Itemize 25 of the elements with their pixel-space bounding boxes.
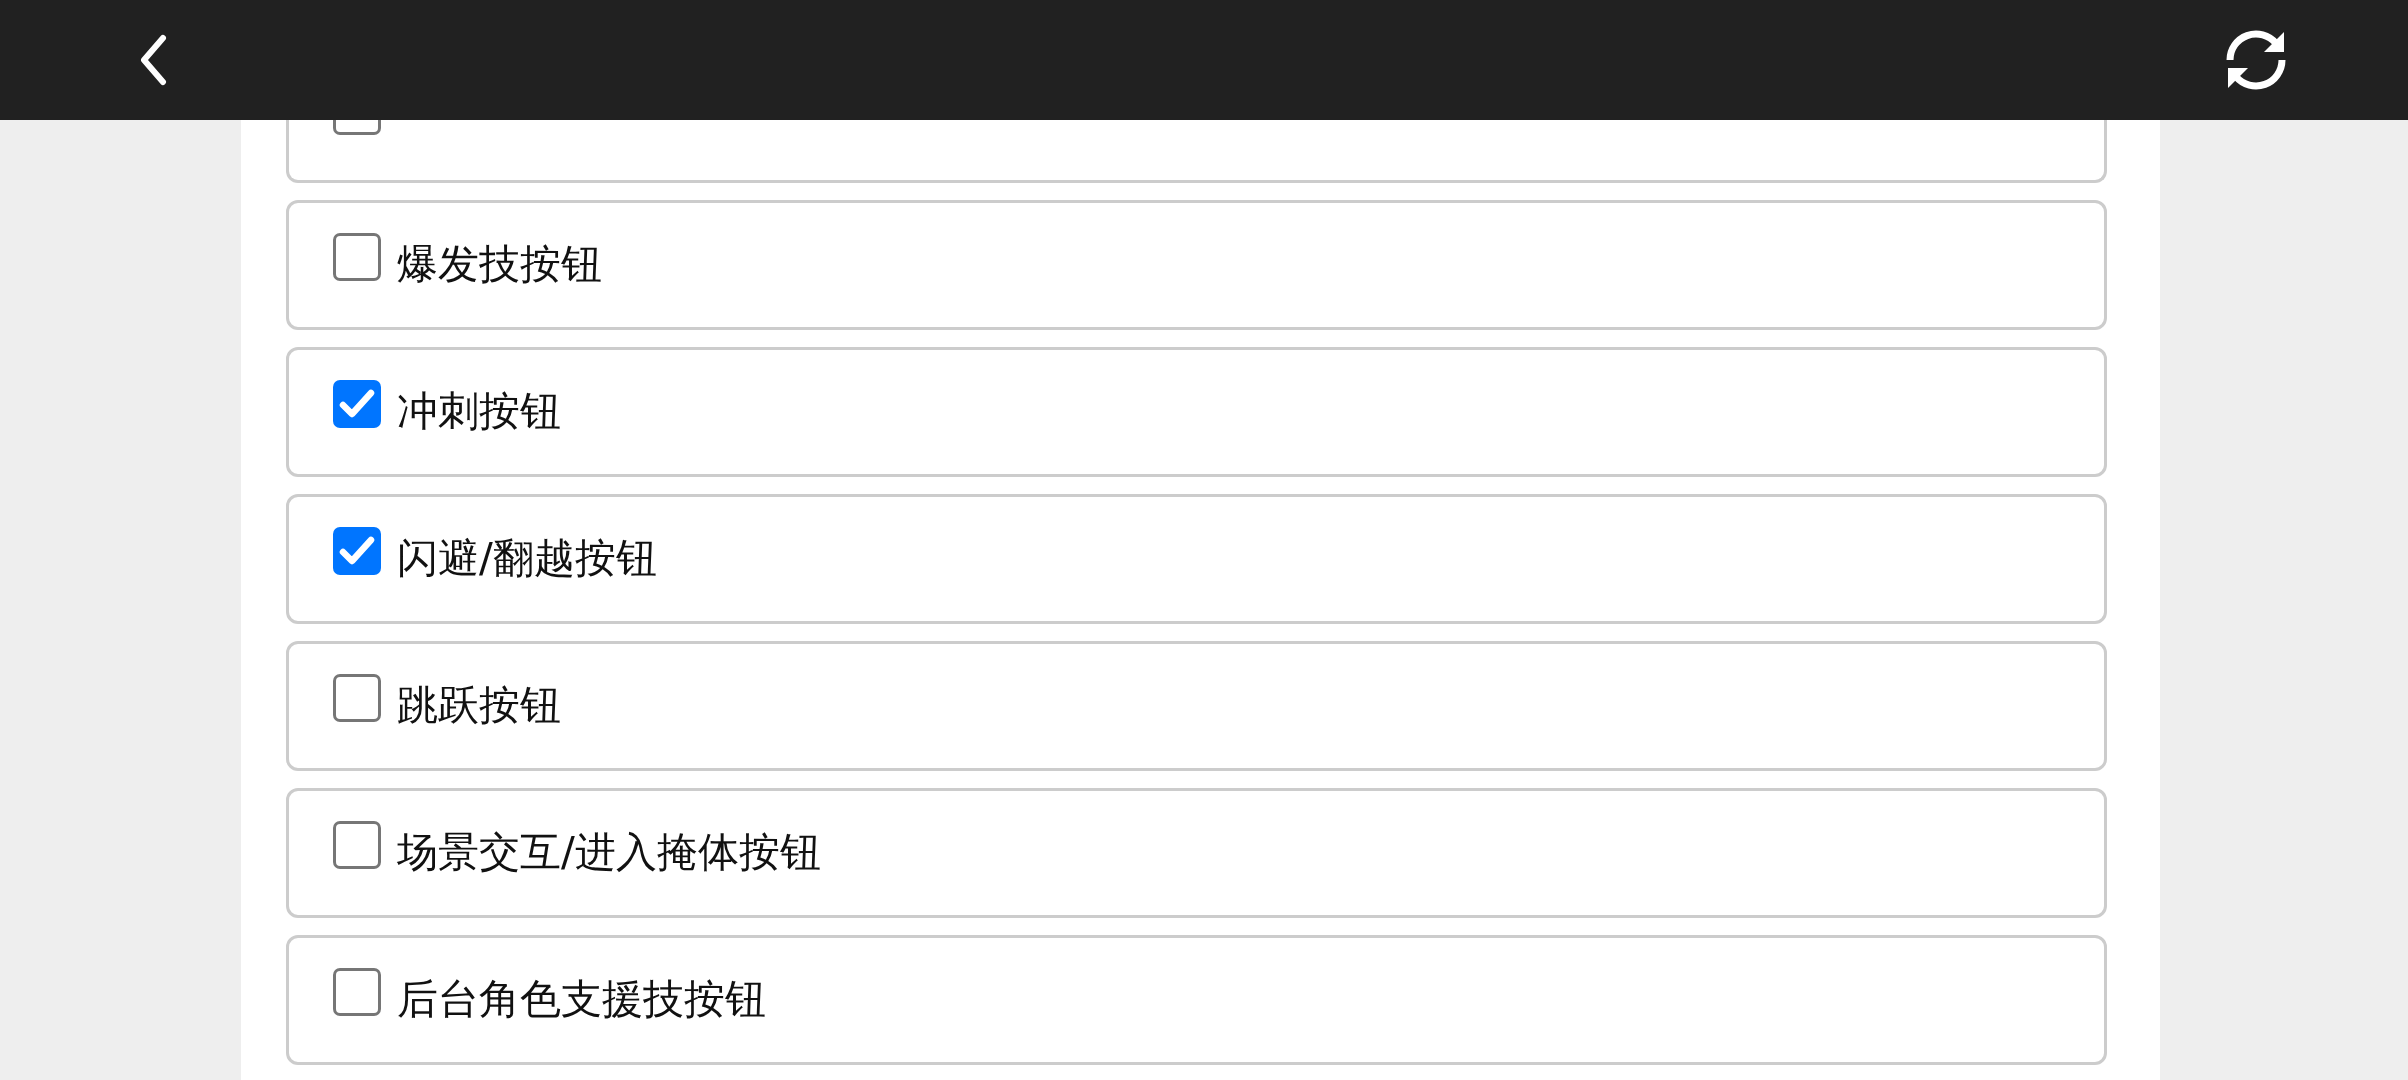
checkmark-icon [339,388,375,420]
back-button[interactable] [138,34,168,86]
checkbox[interactable] [333,968,381,1016]
checkmark-icon [339,535,375,567]
checkbox[interactable] [333,527,381,575]
chevron-left-icon [138,34,168,86]
refresh-button[interactable] [2226,29,2286,91]
option-row[interactable]: 场景交互/进入掩体按钮 [286,788,2107,918]
checkbox[interactable] [333,380,381,428]
checkbox[interactable] [333,120,381,135]
option-label: 场景交互/进入掩体按钮 [397,828,821,878]
checkbox[interactable] [333,233,381,281]
option-label: 闪避/翻越按钮 [397,534,657,584]
option-row[interactable]: 冲刺按钮 [286,347,2107,477]
option-row[interactable]: 跳跃按钮 [286,641,2107,771]
option-row[interactable]: 爆发技按钮 [286,200,2107,330]
option-row[interactable]: 闪避/翻越按钮 [286,494,2107,624]
refresh-icon [2226,29,2286,91]
checkbox[interactable] [333,821,381,869]
option-label: 爆发技按钮 [397,240,602,290]
option-row[interactable]: 后台角色支援技按钮 [286,935,2107,1065]
checkbox[interactable] [333,674,381,722]
option-label: 冲刺按钮 [397,387,561,437]
option-label: 后台角色支援技按钮 [397,975,766,1025]
option-label: 跳跃按钮 [397,681,561,731]
